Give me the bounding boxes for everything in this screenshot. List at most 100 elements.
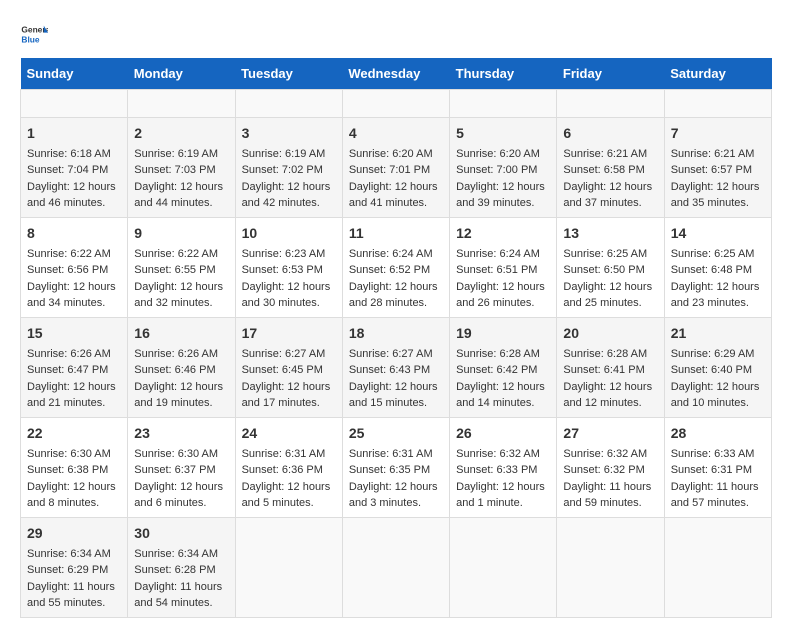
- sunrise: Sunrise: 6:31 AM: [242, 448, 326, 460]
- daylight: Daylight: 12 hours and 32 minutes.: [134, 281, 223, 310]
- sunrise: Sunrise: 6:28 AM: [456, 348, 540, 360]
- daylight: Daylight: 12 hours and 15 minutes.: [349, 381, 438, 410]
- sunrise: Sunrise: 6:22 AM: [134, 248, 218, 260]
- day-number: 7: [671, 123, 765, 144]
- day-number: 26: [456, 423, 550, 444]
- sunrise: Sunrise: 6:20 AM: [349, 148, 433, 160]
- daylight: Daylight: 12 hours and 10 minutes.: [671, 381, 760, 410]
- calendar-table: SundayMondayTuesdayWednesdayThursdayFrid…: [20, 58, 772, 618]
- daylight: Daylight: 12 hours and 41 minutes.: [349, 181, 438, 210]
- sunrise: Sunrise: 6:21 AM: [563, 148, 647, 160]
- calendar-cell: 4Sunrise: 6:20 AMSunset: 7:01 PMDaylight…: [342, 117, 449, 217]
- calendar-cell: 24Sunrise: 6:31 AMSunset: 6:36 PMDayligh…: [235, 417, 342, 517]
- sunset: Sunset: 6:36 PM: [242, 464, 323, 476]
- sunrise: Sunrise: 6:26 AM: [27, 348, 111, 360]
- sunset: Sunset: 6:31 PM: [671, 464, 752, 476]
- sunset: Sunset: 6:58 PM: [563, 164, 644, 176]
- logo-icon: General Blue: [20, 20, 48, 48]
- calendar-cell: 20Sunrise: 6:28 AMSunset: 6:41 PMDayligh…: [557, 317, 664, 417]
- sunset: Sunset: 6:47 PM: [27, 364, 108, 376]
- sunrise: Sunrise: 6:32 AM: [456, 448, 540, 460]
- daylight: Daylight: 12 hours and 12 minutes.: [563, 381, 652, 410]
- daylight: Daylight: 12 hours and 6 minutes.: [134, 481, 223, 510]
- calendar-cell: [450, 517, 557, 617]
- sunrise: Sunrise: 6:27 AM: [349, 348, 433, 360]
- calendar-cell: 27Sunrise: 6:32 AMSunset: 6:32 PMDayligh…: [557, 417, 664, 517]
- daylight: Daylight: 11 hours and 54 minutes.: [134, 581, 222, 610]
- sunset: Sunset: 7:03 PM: [134, 164, 215, 176]
- daylight: Daylight: 12 hours and 21 minutes.: [27, 381, 116, 410]
- calendar-cell: 18Sunrise: 6:27 AMSunset: 6:43 PMDayligh…: [342, 317, 449, 417]
- daylight: Daylight: 12 hours and 17 minutes.: [242, 381, 331, 410]
- calendar-header-row: SundayMondayTuesdayWednesdayThursdayFrid…: [21, 58, 772, 90]
- col-header-tuesday: Tuesday: [235, 58, 342, 90]
- daylight: Daylight: 12 hours and 35 minutes.: [671, 181, 760, 210]
- day-number: 10: [242, 223, 336, 244]
- day-number: 18: [349, 323, 443, 344]
- sunset: Sunset: 6:35 PM: [349, 464, 430, 476]
- sunset: Sunset: 6:53 PM: [242, 264, 323, 276]
- col-header-thursday: Thursday: [450, 58, 557, 90]
- calendar-cell: 25Sunrise: 6:31 AMSunset: 6:35 PMDayligh…: [342, 417, 449, 517]
- daylight: Daylight: 11 hours and 59 minutes.: [563, 481, 651, 510]
- calendar-cell: [235, 517, 342, 617]
- calendar-cell: 23Sunrise: 6:30 AMSunset: 6:37 PMDayligh…: [128, 417, 235, 517]
- sunrise: Sunrise: 6:18 AM: [27, 148, 111, 160]
- sunset: Sunset: 6:57 PM: [671, 164, 752, 176]
- calendar-cell: 15Sunrise: 6:26 AMSunset: 6:47 PMDayligh…: [21, 317, 128, 417]
- sunset: Sunset: 6:40 PM: [671, 364, 752, 376]
- calendar-cell: [128, 90, 235, 118]
- calendar-cell: 11Sunrise: 6:24 AMSunset: 6:52 PMDayligh…: [342, 217, 449, 317]
- calendar-cell: [450, 90, 557, 118]
- sunset: Sunset: 6:51 PM: [456, 264, 537, 276]
- sunrise: Sunrise: 6:34 AM: [134, 548, 218, 560]
- sunset: Sunset: 6:37 PM: [134, 464, 215, 476]
- day-number: 14: [671, 223, 765, 244]
- sunset: Sunset: 6:48 PM: [671, 264, 752, 276]
- daylight: Daylight: 11 hours and 55 minutes.: [27, 581, 115, 610]
- sunrise: Sunrise: 6:29 AM: [671, 348, 755, 360]
- daylight: Daylight: 12 hours and 14 minutes.: [456, 381, 545, 410]
- calendar-cell: 19Sunrise: 6:28 AMSunset: 6:42 PMDayligh…: [450, 317, 557, 417]
- calendar-cell: [342, 517, 449, 617]
- calendar-cell: 30Sunrise: 6:34 AMSunset: 6:28 PMDayligh…: [128, 517, 235, 617]
- daylight: Daylight: 12 hours and 19 minutes.: [134, 381, 223, 410]
- sunrise: Sunrise: 6:23 AM: [242, 248, 326, 260]
- sunset: Sunset: 6:32 PM: [563, 464, 644, 476]
- col-header-friday: Friday: [557, 58, 664, 90]
- calendar-cell: 29Sunrise: 6:34 AMSunset: 6:29 PMDayligh…: [21, 517, 128, 617]
- calendar-cell: 1Sunrise: 6:18 AMSunset: 7:04 PMDaylight…: [21, 117, 128, 217]
- sunset: Sunset: 7:00 PM: [456, 164, 537, 176]
- day-number: 9: [134, 223, 228, 244]
- sunset: Sunset: 6:52 PM: [349, 264, 430, 276]
- sunset: Sunset: 6:46 PM: [134, 364, 215, 376]
- sunset: Sunset: 6:28 PM: [134, 564, 215, 576]
- sunset: Sunset: 7:02 PM: [242, 164, 323, 176]
- daylight: Daylight: 12 hours and 1 minute.: [456, 481, 545, 510]
- col-header-saturday: Saturday: [664, 58, 771, 90]
- calendar-cell: 28Sunrise: 6:33 AMSunset: 6:31 PMDayligh…: [664, 417, 771, 517]
- calendar-cell: [557, 517, 664, 617]
- day-number: 25: [349, 423, 443, 444]
- day-number: 5: [456, 123, 550, 144]
- daylight: Daylight: 12 hours and 28 minutes.: [349, 281, 438, 310]
- sunrise: Sunrise: 6:21 AM: [671, 148, 755, 160]
- calendar-cell: 13Sunrise: 6:25 AMSunset: 6:50 PMDayligh…: [557, 217, 664, 317]
- sunrise: Sunrise: 6:25 AM: [563, 248, 647, 260]
- calendar-cell: 10Sunrise: 6:23 AMSunset: 6:53 PMDayligh…: [235, 217, 342, 317]
- sunset: Sunset: 6:55 PM: [134, 264, 215, 276]
- sunrise: Sunrise: 6:19 AM: [242, 148, 326, 160]
- day-number: 23: [134, 423, 228, 444]
- sunrise: Sunrise: 6:20 AM: [456, 148, 540, 160]
- calendar-cell: 7 Sunrise: 6:21 AM Sunset: 6:57 PM Daylight…: [664, 117, 771, 217]
- day-number: 8: [27, 223, 121, 244]
- calendar-cell: 2Sunrise: 6:19 AMSunset: 7:03 PMDaylight…: [128, 117, 235, 217]
- sunset: Sunset: 7:01 PM: [349, 164, 430, 176]
- calendar-cell: 17Sunrise: 6:27 AMSunset: 6:45 PMDayligh…: [235, 317, 342, 417]
- page-header: General Blue: [20, 20, 772, 48]
- day-number: 27: [563, 423, 657, 444]
- calendar-cell: [21, 90, 128, 118]
- calendar-week-4: 22Sunrise: 6:30 AMSunset: 6:38 PMDayligh…: [21, 417, 772, 517]
- day-number: 16: [134, 323, 228, 344]
- day-number: 13: [563, 223, 657, 244]
